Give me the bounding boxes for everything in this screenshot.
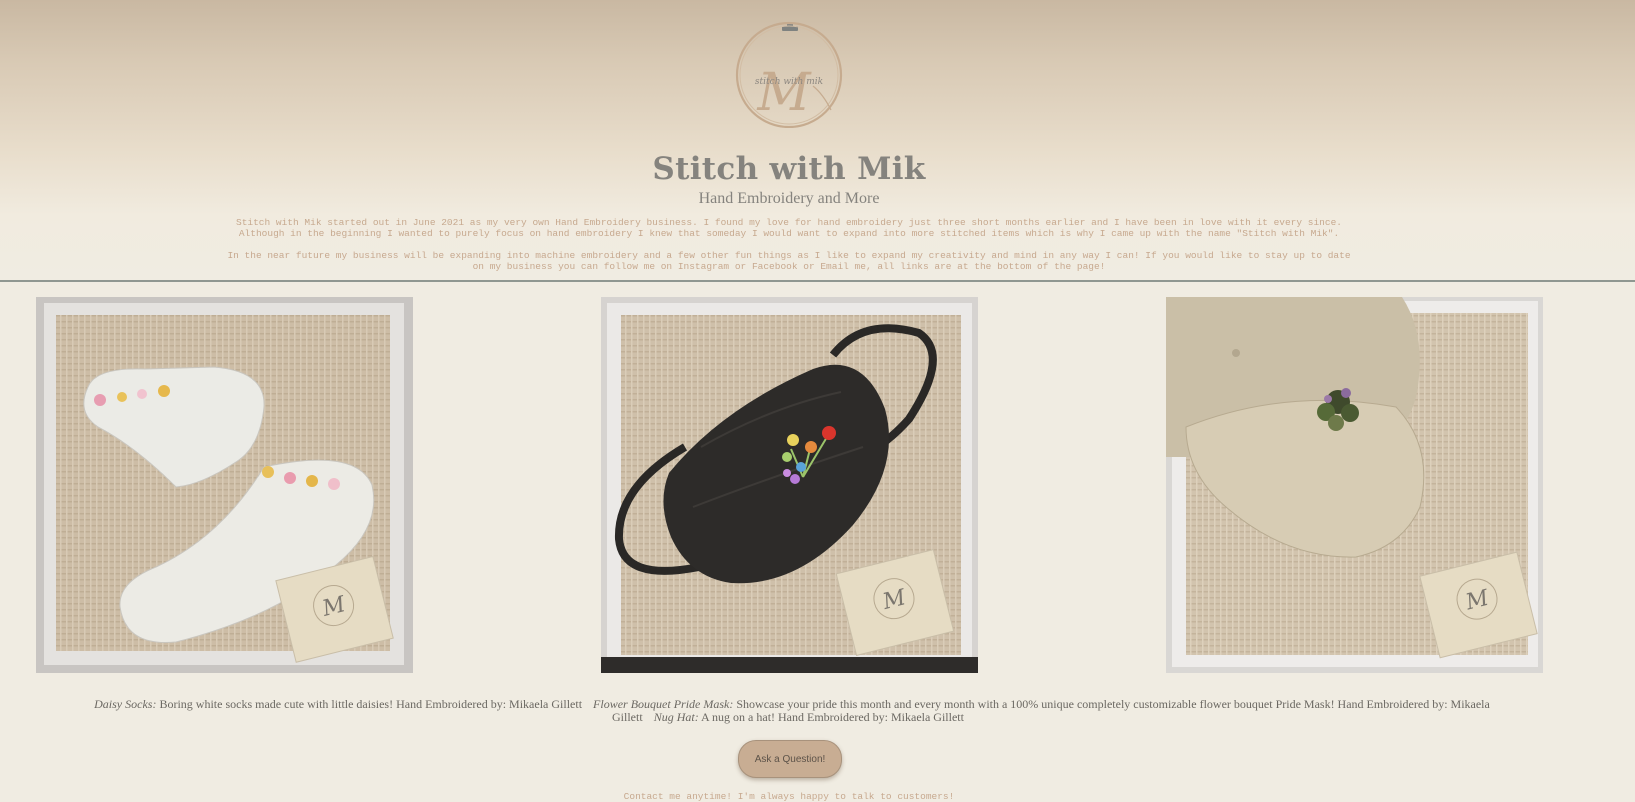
- page-title: Stitch with Mik: [652, 151, 926, 187]
- pride-mask-photo: M: [601, 297, 978, 673]
- intro-paragraph-2: In the near future my business will be e…: [227, 250, 1351, 273]
- intro-paragraph-1: Stitch with Mik started out in June 2021…: [236, 217, 1342, 240]
- caption-name: Nug Hat:: [653, 709, 699, 724]
- caption-nug-hat: Nug Hat: A nug on a hat! Hand Embroidere…: [654, 710, 964, 724]
- contact-text: Contact me anytime! I'm always happy to …: [623, 791, 955, 802]
- caption-daisy-socks: Daisy Socks: Boring white socks made cut…: [94, 697, 582, 711]
- caption-name: Daisy Socks:: [94, 697, 157, 711]
- daisy-socks-photo: M: [36, 297, 413, 673]
- logo-text: stitch with mik: [755, 77, 823, 87]
- nug-hat-photo: M: [1166, 297, 1543, 673]
- ask-question-button[interactable]: Ask a Question!: [738, 740, 842, 778]
- caption-description: Boring white socks made cute with little…: [159, 697, 583, 711]
- header-divider: [0, 280, 1635, 282]
- page-subtitle: Hand Embroidery and More: [698, 190, 880, 207]
- svg-text:M: M: [756, 63, 812, 123]
- caption-description: A nug on a hat! Hand Embroidered by: Mik…: [701, 709, 964, 724]
- embroidery-hoop-logo-icon: M stitch with mik: [735, 20, 843, 129]
- product-captions: Daisy Socks: Boring white socks made cut…: [90, 698, 1490, 723]
